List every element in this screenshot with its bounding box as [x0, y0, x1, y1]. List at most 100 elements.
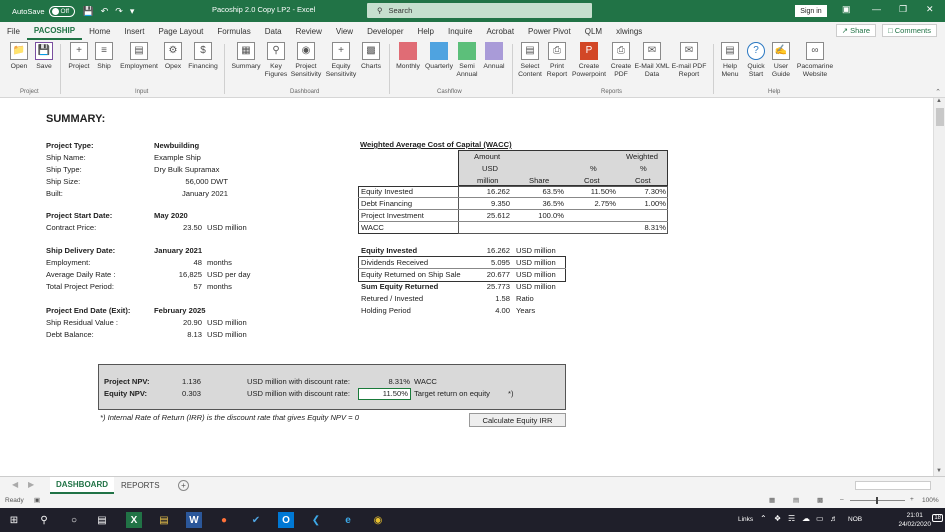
ribbon-button-annual[interactable]: Annual — [480, 42, 508, 71]
customize-chevron-icon[interactable]: ▾ — [130, 6, 135, 17]
menu-tab-review[interactable]: Review — [289, 22, 329, 40]
autosave-control[interactable]: AutoSave Off — [12, 5, 75, 17]
notification-badge[interactable]: 18 — [932, 514, 943, 522]
undo-icon[interactable]: ↶ — [101, 6, 109, 17]
normal-view-icon[interactable]: ▦ — [769, 496, 775, 504]
macro-record-icon[interactable]: ▣ — [34, 496, 40, 504]
wifi-icon[interactable]: ☴ — [788, 514, 795, 523]
ribbon-button-employment[interactable]: ▤ Employment — [116, 42, 162, 71]
restore-icon[interactable]: ❐ — [899, 4, 907, 15]
ribbon-button-project-sensitivity[interactable]: ◉ Project Sensitivity — [289, 42, 323, 79]
zoom-level[interactable]: 100% — [922, 497, 939, 504]
zoom-slider-thumb[interactable] — [876, 497, 878, 504]
ribbon-button-summary[interactable]: ▦ Summary — [229, 42, 263, 71]
menu-tab-power-pivot[interactable]: Power Pivot — [521, 22, 578, 40]
collapse-ribbon-icon[interactable]: ⌃ — [935, 88, 941, 96]
menu-tab-xlwings[interactable]: xlwings — [609, 22, 649, 40]
word-app-icon[interactable]: W — [186, 512, 202, 528]
page-break-view-icon[interactable]: ▩ — [817, 496, 823, 504]
tab-scroll-left-icon[interactable]: ◀ — [12, 480, 18, 489]
autosave-toggle[interactable]: Off — [48, 5, 75, 17]
horizontal-scrollbar[interactable] — [855, 481, 931, 490]
file-explorer-icon[interactable]: ▤ — [156, 512, 172, 528]
dropbox-icon[interactable]: ❖ — [774, 514, 781, 523]
worksheet[interactable]: SUMMARY: Project Type: Ship Name: Ship T… — [0, 104, 933, 476]
save-icon[interactable]: 💾 — [83, 6, 94, 17]
menu-tab-data[interactable]: Data — [258, 22, 289, 40]
zoom-out-icon[interactable]: – — [840, 496, 844, 503]
sheet-tab-reports[interactable]: REPORTS — [115, 477, 166, 494]
ribbon-button-project[interactable]: + Project — [66, 42, 92, 71]
vertical-scrollbar[interactable]: ▲ ▼ — [933, 98, 945, 476]
menu-tab-qlm[interactable]: QLM — [578, 22, 609, 40]
zoom-in-icon[interactable]: + — [910, 496, 914, 503]
ribbon-button-create-pdf[interactable]: ⎙ Create PDF — [608, 42, 634, 79]
ribbon-button-email-pdf[interactable]: ✉ E-mail PDF Report — [670, 42, 708, 79]
comments-button[interactable]: □ Comments — [882, 24, 937, 37]
vscode-icon[interactable]: ❮ — [308, 512, 324, 528]
menu-tab-file[interactable]: File — [0, 22, 27, 40]
ribbon-display-icon[interactable]: ▣ — [842, 4, 851, 15]
tray-chevron-icon[interactable]: ⌃ — [760, 514, 767, 523]
scroll-down-icon[interactable]: ▼ — [936, 468, 942, 474]
ribbon-button-opex[interactable]: ⚙ Opex — [162, 42, 184, 71]
calculate-equity-irr-button[interactable]: Calculate Equity IRR — [469, 413, 566, 427]
tab-scroll-right-icon[interactable]: ▶ — [28, 480, 34, 489]
add-sheet-icon[interactable]: + — [178, 480, 189, 491]
menu-tab-home[interactable]: Home — [82, 22, 117, 40]
scroll-up-icon[interactable]: ▲ — [936, 98, 942, 104]
ribbon-button-equity-sensitivity[interactable]: + Equity Sensitivity — [323, 42, 359, 79]
equity-discount-rate-cell[interactable]: 11.50% — [358, 388, 411, 400]
search-icon[interactable]: ⚲ — [36, 512, 52, 528]
ribbon-button-email-xml[interactable]: ✉ E-Mail XML Data — [634, 42, 670, 79]
menu-tab-pacoship[interactable]: PACOSHIP — [26, 22, 83, 40]
menu-tab-page-layout[interactable]: Page Layout — [151, 22, 210, 40]
ribbon-button-charts[interactable]: ▩ Charts — [359, 42, 383, 71]
minimize-icon[interactable]: — — [872, 4, 881, 14]
firefox-icon[interactable]: ● — [216, 512, 232, 528]
menu-tab-developer[interactable]: Developer — [360, 22, 410, 40]
ribbon-button-open[interactable]: 📁 Open — [8, 42, 30, 71]
ribbon-button-semi-annual[interactable]: Semi Annual — [455, 42, 479, 79]
outlook-app-icon[interactable]: O — [278, 512, 294, 528]
ribbon-button-pacomarine-website[interactable]: ∞ Pacomarine Website — [794, 42, 836, 79]
volume-icon[interactable]: ♬ — [830, 514, 838, 523]
menu-tab-help[interactable]: Help — [411, 22, 441, 40]
ribbon-button-quick-start[interactable]: ? Quick Start — [744, 42, 768, 79]
cortana-icon[interactable]: ○ — [66, 512, 82, 528]
ribbon-button-financing[interactable]: $ Financing — [186, 42, 220, 71]
battery-icon[interactable]: ▭ — [816, 514, 824, 523]
checkmark-app-icon[interactable]: ✔ — [248, 512, 264, 528]
ribbon-button-key-figures[interactable]: ⚲ Key Figures — [263, 42, 289, 79]
ribbon-button-print-report[interactable]: ⎙ Print Report — [544, 42, 570, 79]
excel-app-icon[interactable]: X — [126, 512, 142, 528]
sign-in-button[interactable]: Sign in — [795, 5, 827, 17]
ribbon-button-ship[interactable]: ≡ Ship — [94, 42, 114, 71]
system-clock[interactable]: 21:01 24/02/2020 — [898, 511, 931, 529]
task-view-icon[interactable]: ▤ — [94, 512, 110, 528]
search-input[interactable]: ⚲ Search — [367, 3, 592, 18]
menu-tab-inquire[interactable]: Inquire — [441, 22, 479, 40]
chrome-icon[interactable]: ◉ — [370, 512, 386, 528]
scroll-thumb[interactable] — [936, 108, 944, 126]
windows-start-icon[interactable]: ⊞ — [6, 512, 22, 528]
ribbon-button-help-menu[interactable]: ▤ Help Menu — [718, 42, 742, 79]
edge-icon[interactable]: e — [340, 512, 356, 528]
language-indicator[interactable]: NOB — [848, 516, 862, 523]
redo-icon[interactable]: ↷ — [115, 6, 123, 17]
links-toolbar-label[interactable]: Links — [738, 516, 753, 523]
sheet-tab-dashboard[interactable]: DASHBOARD — [50, 477, 114, 494]
page-layout-view-icon[interactable]: ▤ — [793, 496, 799, 504]
ribbon-button-user-guide[interactable]: ✍ User Guide — [769, 42, 793, 79]
menu-tab-insert[interactable]: Insert — [117, 22, 151, 40]
close-icon[interactable]: ✕ — [926, 4, 934, 15]
share-button[interactable]: ↗ Share — [835, 24, 877, 37]
ribbon-button-monthly[interactable]: Monthly — [393, 42, 423, 71]
menu-tab-acrobat[interactable]: Acrobat — [479, 22, 521, 40]
ribbon-button-select-content[interactable]: ▤ Select Content — [516, 42, 544, 79]
ribbon-button-create-powerpoint[interactable]: P Create Powerpoint — [570, 42, 608, 79]
menu-tab-view[interactable]: View — [329, 22, 360, 40]
ribbon-button-save[interactable]: 💾 Save — [33, 42, 55, 71]
ribbon-button-quarterly[interactable]: Quarterly — [423, 42, 455, 71]
menu-tab-formulas[interactable]: Formulas — [210, 22, 257, 40]
